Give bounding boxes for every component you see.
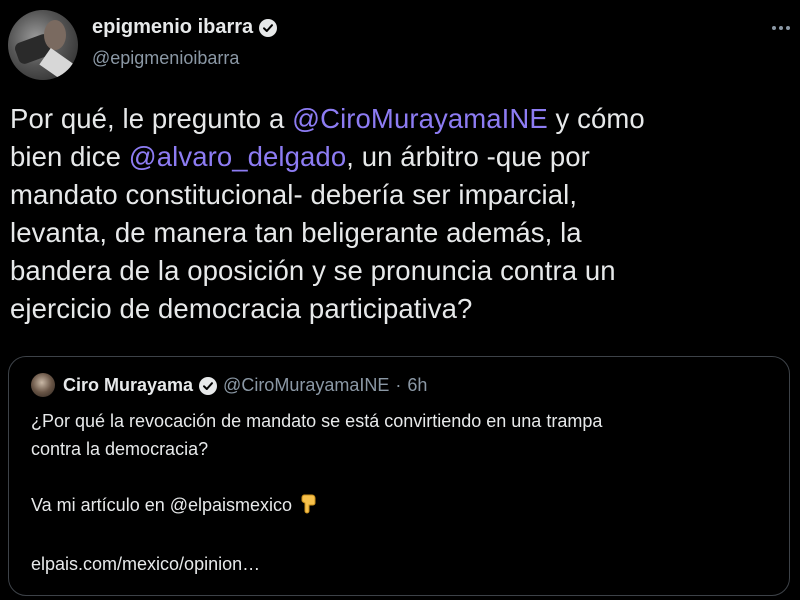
tweet-line-4: levanta, de manera tan beligerante ademá… [10, 217, 582, 248]
quoted-display-name[interactable]: Ciro Murayama [63, 375, 193, 396]
mention-link[interactable]: @alvaro_delgado [129, 141, 347, 172]
avatar-face-shape [44, 20, 66, 50]
quoted-text: ¿Por qué la revocación de mandato se est… [31, 407, 771, 578]
more-options-icon[interactable] [768, 18, 794, 38]
quoted-link[interactable]: elpais.com/mexico/opinion… [31, 550, 771, 578]
separator-dot: · [395, 375, 402, 395]
author-handle[interactable]: @epigmenioibarra [92, 48, 239, 69]
quoted-author-avatar[interactable] [31, 373, 55, 397]
tweet-line-2: bien dice @alvaro_delgado, un árbitro -q… [10, 138, 790, 176]
tweet-line-1: Por qué, le pregunto a @CiroMurayamaINE … [10, 100, 790, 138]
tweet-line-5: bandera de la oposición y se pronuncia c… [10, 255, 616, 286]
tweet-card: epigmenio ibarra @epigmenioibarra Por qu… [0, 0, 800, 600]
tweet-text-segment: y cómo [547, 103, 645, 134]
author-display-name[interactable]: epigmenio ibarra [92, 16, 253, 39]
tweet-line-3: mandato constitucional- debería ser impa… [10, 179, 578, 210]
tweet-text-segment: Por qué, le pregunto a [10, 103, 293, 134]
author-avatar[interactable] [8, 10, 78, 80]
mention-link[interactable]: @CiroMurayamaINE [292, 103, 548, 134]
quoted-handle[interactable]: @CiroMurayamaINE [223, 375, 389, 396]
quoted-timestamp[interactable]: 6h [407, 375, 427, 396]
quoted-header: Ciro Murayama @CiroMurayamaINE · 6h [63, 375, 427, 396]
quoted-tweet[interactable]: Ciro Murayama @CiroMurayamaINE · 6h ¿Por… [8, 356, 790, 596]
pointing-down-hand-icon [298, 492, 320, 522]
quoted-line-3-row: Va mi artículo en @elpaismexico [31, 491, 771, 522]
verified-badge-icon [199, 376, 218, 395]
tweet-text: Por qué, le pregunto a @CiroMurayamaINE … [10, 100, 790, 328]
quoted-line-3: Va mi artículo en @elpaismexico [31, 495, 293, 515]
author-name-row: epigmenio ibarra [92, 16, 278, 39]
tweet-text-segment: bien dice [10, 141, 129, 172]
quoted-line-1: ¿Por qué la revocación de mandato se est… [31, 411, 603, 431]
tweet-text-segment: , un árbitro -que por [346, 141, 590, 172]
tweet-line-6: ejercicio de democracia participativa? [10, 293, 473, 324]
quoted-line-2: contra la democracia? [31, 439, 209, 459]
verified-badge-icon [259, 18, 278, 37]
